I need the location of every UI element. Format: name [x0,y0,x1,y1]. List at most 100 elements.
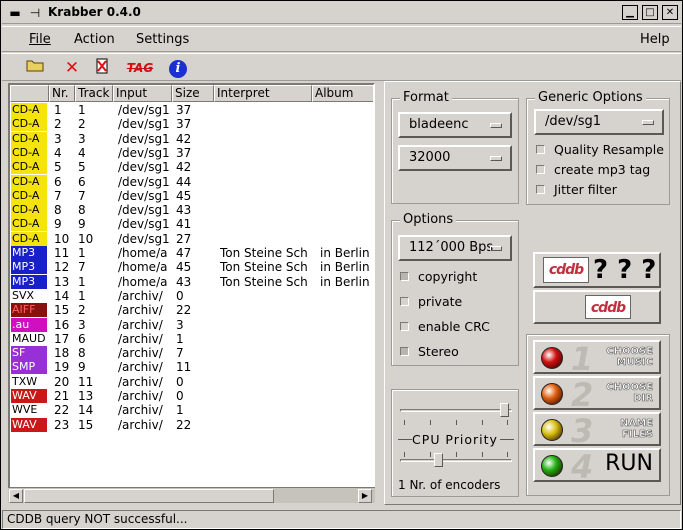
menu-settings[interactable]: Settings [136,32,189,47]
cell-input: /dev/sg1 [118,160,170,175]
bps-select[interactable]: 112´000 Bps [398,235,512,261]
col-track[interactable]: Track [75,85,113,102]
table-row[interactable]: MP3 12 7/home/a 45 Ton Steine Sch in Berlin [10,260,373,275]
menu-action[interactable]: Action [74,32,115,47]
status-bar: CDDB query NOT successful... [2,510,681,529]
cell-album: in Berlin [320,274,370,289]
checkbox-stereo[interactable]: Stereo [400,345,459,359]
cell-size: 42 [176,160,192,175]
main-window: ▬ ⊣ Krabber 0.4.0 ▁ □ ✕ File Action Sett… [0,0,683,530]
table-row[interactable]: AIFF 15 2/archiv/22 [10,303,373,318]
maximize-button[interactable]: □ [642,5,658,20]
table-row[interactable]: MP3 13 1/home/a 43 Ton Steine Sch in Berlin [10,274,373,289]
table-row[interactable]: CD-A 8 8/dev/sg1 43 [10,203,373,218]
cell-nr: 20 [54,374,70,389]
table-row[interactable]: CD-A 10 10/dev/sg1 27 [10,231,373,246]
col-interpret[interactable]: Interpret [214,85,312,102]
table-row[interactable]: CD-A 6 6/dev/sg1 44 [10,174,373,189]
device-select[interactable]: /dev/sg1 [534,109,664,135]
table-row[interactable]: CD-A 3 3/dev/sg1 42 [10,131,373,146]
cell-size: 22 [176,417,192,432]
table-row[interactable]: .au 16 3/archiv/3 [10,317,373,332]
checkbox-box[interactable] [536,185,545,194]
format-badge: SMP [11,360,47,375]
checkbox-box[interactable] [400,347,409,356]
title-bar: ▬ ⊣ Krabber 0.4.0 ▁ □ ✕ [2,2,681,24]
cell-track: 2 [78,117,86,132]
cell-input: /dev/sg1 [118,145,170,160]
cell-track: 13 [78,389,94,403]
checkbox-quality-resample[interactable]: Quality Resample [536,143,664,157]
priority-slider-knob[interactable] [499,403,509,417]
table-row[interactable]: CD-A 7 7/dev/sg1 45 [10,188,373,203]
col-format[interactable] [10,85,49,102]
table-row[interactable]: TXW 20 11/archiv/0 [10,374,373,389]
table-row[interactable]: SMP 19 9/archiv/11 [10,360,373,375]
open-folder-icon[interactable] [24,58,46,78]
info-icon[interactable]: i [167,58,189,78]
table-row[interactable]: CD-A 1 1/dev/sg1 37 [10,103,373,117]
scroll-thumb[interactable] [24,489,274,503]
table-row[interactable]: WVE 22 14/archiv/1 [10,403,373,418]
menu-help[interactable]: Help [640,32,670,47]
cell-album: in Berlin [320,260,370,275]
checkbox-box[interactable] [400,322,409,331]
col-album[interactable]: Album [312,85,373,102]
table-row[interactable]: SVX 14 1/archiv/0 [10,288,373,303]
table-row[interactable]: CD-A 2 2/dev/sg1 37 [10,117,373,132]
checkbox-jitter-filter[interactable]: Jitter filter [536,183,617,197]
checkbox-box[interactable] [536,145,545,154]
cell-track: 15 [78,417,94,432]
cell-nr: 5 [54,160,62,175]
menu-file[interactable]: File [29,32,51,47]
bitrate-select[interactable]: 32000 [398,145,512,171]
table-row[interactable]: CD-A 4 4/dev/sg1 37 [10,145,373,160]
step-2-button[interactable]: 2 CHOOSE DIR [533,376,661,414]
cell-input: /archiv/ [118,331,163,346]
table-row[interactable]: MP3 11 1/home/a 47 Ton Steine Sch in Berlin [10,246,373,260]
col-nr[interactable]: Nr. [49,85,75,102]
col-input[interactable]: Input [113,85,172,102]
checkbox-box[interactable] [400,297,409,306]
pin-icon[interactable]: ⊣ [26,5,44,21]
close-button[interactable]: ✕ [662,5,678,20]
cddb-submit-button[interactable]: cddb [533,290,661,324]
window-menu-icon[interactable]: ▬ [6,5,24,21]
checkbox-box[interactable] [536,165,545,174]
step-3-button[interactable]: 3 NAME FILES [533,412,661,450]
scroll-right-icon[interactable]: ▶ [358,489,372,503]
table-row[interactable]: SF 18 8/archiv/7 [10,346,373,361]
priority-slider[interactable] [400,403,512,417]
checkbox-create-mp3-tag[interactable]: create mp3 tag [536,163,650,177]
horizontal-scrollbar[interactable]: ◀ ▶ [8,487,375,503]
encoders-slider[interactable] [400,453,512,467]
cell-input: /archiv/ [118,317,163,332]
minimize-button[interactable]: ▁ [622,5,638,20]
cddb-query-button[interactable]: cddb ? ? ? [533,252,661,288]
table-row[interactable]: WAV 23 15/archiv/22 [10,417,373,432]
tag-icon[interactable]: TAG [126,58,154,78]
encoders-slider-knob[interactable] [433,453,443,467]
step-label: CHOOSE DIR [606,382,653,405]
clear-list-icon[interactable] [91,58,113,78]
delete-icon[interactable]: ✕ [61,58,83,78]
step-4-button[interactable]: 4 RUN [533,448,661,486]
device-value: /dev/sg1 [545,114,601,129]
scroll-left-icon[interactable]: ◀ [9,489,23,503]
checkbox-copyright[interactable]: copyright [400,270,477,284]
table-row[interactable]: CD-A 9 9/dev/sg1 41 [10,217,373,232]
checkbox-private[interactable]: private [400,295,462,309]
cell-interpret: Ton Steine Sch [220,260,308,275]
step-label: NAME FILES [620,418,653,441]
checkbox-box[interactable] [400,272,409,281]
track-list[interactable]: Nr. Track Input Size Interpret Album CD-… [8,83,375,503]
encoder-select[interactable]: bladeenc [398,112,512,138]
checkbox-enable-crc[interactable]: enable CRC [400,320,490,334]
cell-size: 7 [176,346,184,361]
table-row[interactable]: MAUD 17 6/archiv/1 [10,331,373,346]
table-row[interactable]: CD-A 5 5/dev/sg1 42 [10,160,373,175]
format-badge: TXW [11,374,47,389]
col-size[interactable]: Size [172,85,214,102]
step-1-button[interactable]: 1 CHOOSE MUSIC [533,340,661,378]
table-row[interactable]: WAV 21 13/archiv/0 [10,389,373,403]
